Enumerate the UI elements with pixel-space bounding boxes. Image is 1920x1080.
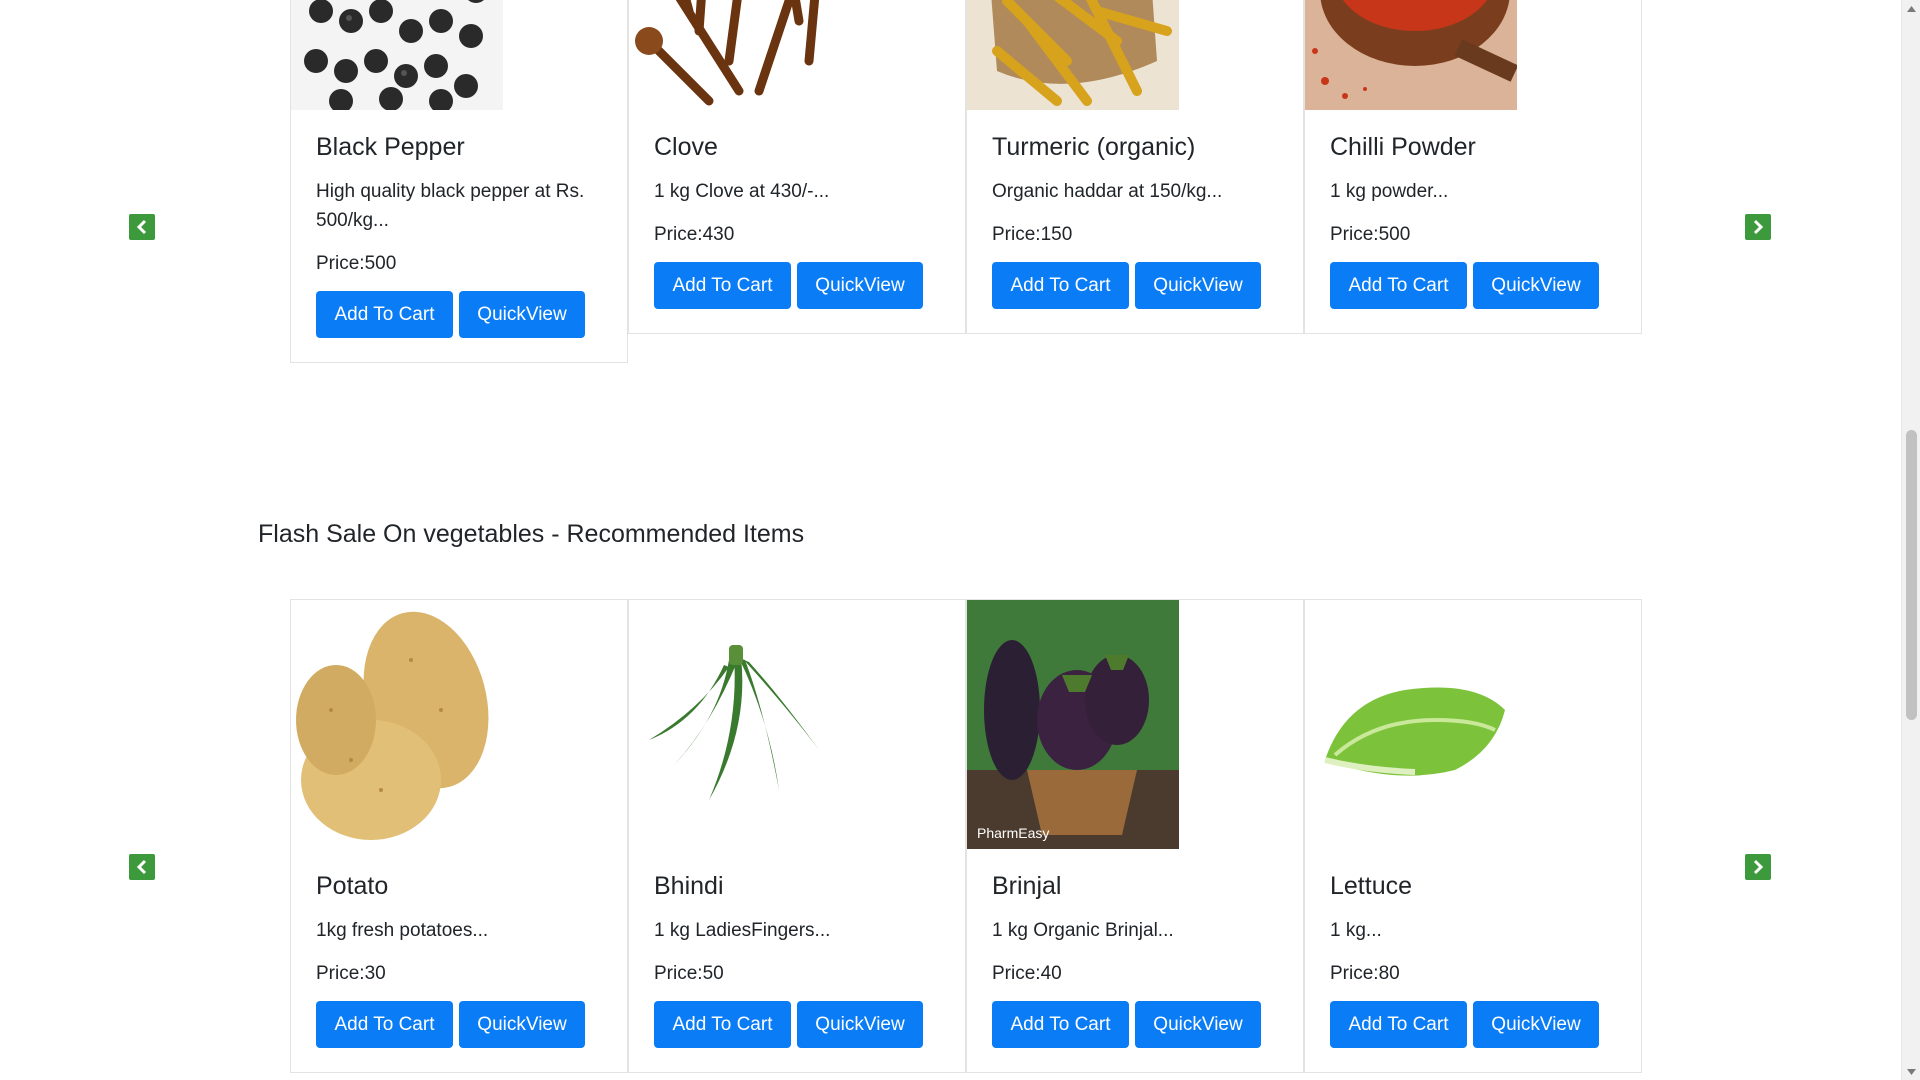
product-description: 1 kg powder... xyxy=(1330,181,1449,202)
scroll-up-arrow-icon[interactable] xyxy=(1902,0,1920,17)
add-to-cart-button[interactable]: Add To Cart xyxy=(316,1001,453,1048)
add-to-cart-button[interactable]: Add To Cart xyxy=(654,1001,791,1048)
product-description: Organic haddar at 150/kg... xyxy=(992,181,1223,202)
chevron-right-icon xyxy=(1753,859,1764,875)
scrollbar-thumb[interactable] xyxy=(1906,430,1917,720)
product-description: 1 kg LadiesFingers... xyxy=(654,920,831,941)
product-title[interactable]: Clove xyxy=(654,132,940,162)
lettuce-photo[interactable] xyxy=(1305,600,1517,849)
quickview-button[interactable]: QuickView xyxy=(459,291,585,338)
product-price: Price:30 xyxy=(316,963,386,984)
quickview-button[interactable]: QuickView xyxy=(797,1001,923,1048)
product-card: Clove 1 kg Clove at 430/-... Price:430 A… xyxy=(628,0,966,334)
quickview-button[interactable]: QuickView xyxy=(1473,262,1599,309)
add-to-cart-button[interactable]: Add To Cart xyxy=(992,1001,1129,1048)
product-title[interactable]: Lettuce xyxy=(1330,871,1616,901)
product-description: 1 kg Organic Brinjal... xyxy=(992,920,1174,941)
quickview-button[interactable]: QuickView xyxy=(797,262,923,309)
bhindi-photo[interactable] xyxy=(629,600,841,849)
product-title[interactable]: Black Pepper xyxy=(316,132,602,162)
product-title[interactable]: Brinjal xyxy=(992,871,1278,901)
product-price: Price:500 xyxy=(316,253,397,274)
carousel-next-button[interactable] xyxy=(1745,214,1771,240)
product-price: Price:50 xyxy=(654,963,724,984)
add-to-cart-button[interactable]: Add To Cart xyxy=(654,262,791,309)
black-pepper-photo[interactable] xyxy=(291,0,503,110)
product-title[interactable]: Chilli Powder xyxy=(1330,132,1616,162)
page-viewport: Black Pepper High quality black pepper a… xyxy=(0,0,1901,1080)
chevron-left-icon xyxy=(136,219,147,235)
product-price: Price:430 xyxy=(654,224,735,245)
quickview-button[interactable]: QuickView xyxy=(1135,1001,1261,1048)
brinjal-photo[interactable]: PharmEasy xyxy=(967,600,1179,849)
product-description: 1 kg... xyxy=(1330,920,1382,941)
chilli-powder-photo[interactable] xyxy=(1305,0,1517,110)
product-price: Price:80 xyxy=(1330,963,1400,984)
turmeric-photo[interactable] xyxy=(967,0,1179,110)
quickview-button[interactable]: QuickView xyxy=(1473,1001,1599,1048)
product-price: Price:500 xyxy=(1330,224,1411,245)
product-description: 1 kg Clove at 430/-... xyxy=(654,181,830,202)
product-description: High quality black pepper at Rs. 500/kg.… xyxy=(316,181,585,231)
scroll-down-arrow-icon[interactable] xyxy=(1902,1063,1920,1080)
carousel-prev-button[interactable] xyxy=(129,214,155,240)
product-price: Price:40 xyxy=(992,963,1062,984)
chevron-right-icon xyxy=(1753,219,1764,235)
chevron-left-icon xyxy=(136,859,147,875)
carousel-prev-button[interactable] xyxy=(129,854,155,880)
product-card: Turmeric (organic) Organic haddar at 150… xyxy=(966,0,1304,334)
product-track: Black Pepper High quality black pepper a… xyxy=(290,0,1645,480)
pharmeasy-watermark: PharmEasy xyxy=(977,825,1049,841)
quickview-button[interactable]: QuickView xyxy=(1135,262,1261,309)
product-card: Lettuce 1 kg... Price:80 Add To Cart Qui… xyxy=(1304,599,1642,1073)
carousel-next-button[interactable] xyxy=(1745,854,1771,880)
product-card: Potato 1kg fresh potatoes... Price:30 Ad… xyxy=(290,599,628,1073)
product-description: 1kg fresh potatoes... xyxy=(316,920,489,941)
product-title[interactable]: Bhindi xyxy=(654,871,940,901)
add-to-cart-button[interactable]: Add To Cart xyxy=(1330,1001,1467,1048)
add-to-cart-button[interactable]: Add To Cart xyxy=(316,291,453,338)
product-track: Potato 1kg fresh potatoes... Price:30 Ad… xyxy=(290,470,1645,1080)
product-card: PharmEasy Brinjal 1 kg Organic Brinjal..… xyxy=(966,599,1304,1073)
product-card: Chilli Powder 1 kg powder... Price:500 A… xyxy=(1304,0,1642,334)
product-price: Price:150 xyxy=(992,224,1073,245)
product-title[interactable]: Potato xyxy=(316,871,602,901)
clove-photo[interactable] xyxy=(629,0,841,110)
product-title[interactable]: Turmeric (organic) xyxy=(992,132,1278,162)
add-to-cart-button[interactable]: Add To Cart xyxy=(992,262,1129,309)
potato-photo[interactable] xyxy=(291,600,503,849)
vertical-scrollbar[interactable] xyxy=(1901,0,1920,1080)
add-to-cart-button[interactable]: Add To Cart xyxy=(1330,262,1467,309)
product-card: Bhindi 1 kg LadiesFingers... Price:50 Ad… xyxy=(628,599,966,1073)
product-card: Black Pepper High quality black pepper a… xyxy=(290,0,628,363)
quickview-button[interactable]: QuickView xyxy=(459,1001,585,1048)
